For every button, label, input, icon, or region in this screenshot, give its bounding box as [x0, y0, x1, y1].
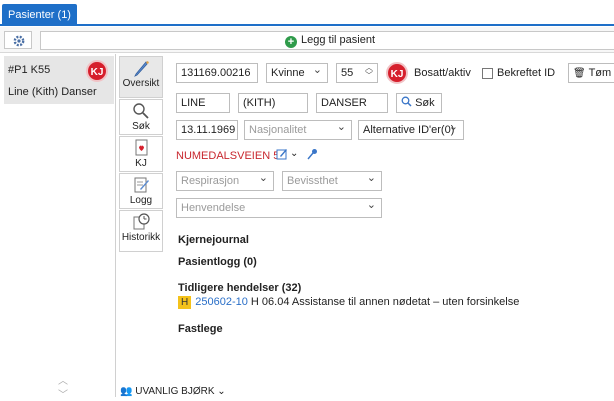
log-icon	[134, 177, 149, 193]
bekreftet-checkbox[interactable]	[482, 68, 493, 79]
stepper-arrows-icon[interactable]: ︿ ﹀	[365, 64, 373, 80]
patient-name: Line (Kith) Danser	[8, 86, 97, 98]
chevron-down-icon: ⌄	[217, 386, 226, 397]
user-name: UVANLIG BJØRK	[135, 386, 215, 397]
search-label: Søk	[415, 97, 435, 109]
nav-label: Oversikt	[122, 78, 160, 89]
respiration-placeholder: Respirasjon	[181, 175, 240, 187]
add-patient-label: Legg til pasient	[301, 34, 375, 46]
search-button[interactable]: Søk	[396, 93, 442, 113]
chevron-down-icon[interactable]: ⌄	[290, 148, 298, 159]
nav-label: Historikk	[121, 232, 161, 243]
nav-oversikt[interactable]: Oversikt	[119, 56, 163, 98]
kj-icon	[135, 139, 148, 156]
scroll-up-icon[interactable]: ︿	[58, 372, 68, 387]
kj-lookup-icon[interactable]: KJ	[386, 62, 408, 84]
age-value: 55	[341, 67, 354, 79]
plus-icon: +	[285, 36, 297, 48]
nav-sok[interactable]: Søk	[119, 99, 163, 135]
gp-heading: Fastlege	[178, 323, 223, 335]
last-name-input[interactable]: DANSER	[316, 93, 388, 113]
patient-card[interactable]: #P1 K55 KJ Line (Kith) Danser	[4, 56, 114, 104]
bekreftet-label: Bekreftet ID	[497, 67, 556, 79]
birth-date-input[interactable]: 13.11.1969	[176, 120, 238, 140]
previous-events-heading: Tidligere hendelser (32)	[178, 282, 302, 294]
pencil-icon	[134, 61, 149, 77]
edit-address-icon[interactable]	[276, 148, 288, 160]
address-text: NUMEDALSVEIEN 52	[176, 150, 286, 162]
settings-button[interactable]	[4, 31, 32, 49]
nav-logg[interactable]: Logg	[119, 173, 163, 209]
inquiry-select[interactable]: Henvendelse	[176, 196, 382, 218]
bosatt-label: Bosatt/aktiv	[414, 67, 471, 79]
map-pin-icon[interactable]	[306, 148, 318, 160]
clear-button[interactable]: 🗑 Tøm	[568, 63, 614, 83]
alt-ids-select[interactable]: Alternative ID'er(0)	[358, 118, 464, 140]
nationality-placeholder: Nasjonalitet	[249, 124, 307, 136]
middle-name-input[interactable]: (KITH)	[238, 93, 308, 113]
consciousness-select[interactable]: Bevissthet	[282, 169, 382, 191]
age-stepper[interactable]: 55 ︿ ﹀	[336, 63, 378, 83]
tab-bar: Pasienter (1)	[0, 0, 614, 26]
patient-log-heading: Pasientlogg (0)	[178, 256, 257, 268]
kj-badge-icon[interactable]: KJ	[86, 60, 108, 82]
history-icon	[133, 213, 150, 230]
gear-icon	[13, 35, 25, 47]
patient-id: #P1 K55	[8, 64, 51, 76]
tab-patients[interactable]: Pasienter (1)	[2, 4, 77, 26]
event-link[interactable]: 250602-10	[195, 296, 248, 308]
user-menu[interactable]: 👥 UVANLIG BJØRK ⌄	[120, 386, 226, 397]
event-row[interactable]: H 250602-10 H 06.04 Assistanse til annen …	[178, 296, 519, 309]
nationality-select[interactable]: Nasjonalitet	[244, 118, 352, 140]
nav-historikk[interactable]: Historikk	[119, 210, 163, 252]
event-badge: H	[178, 296, 192, 309]
first-name-input[interactable]: LINE	[176, 93, 230, 113]
nav-column: Oversikt Søk KJ Logg Historikk	[117, 54, 165, 254]
inquiry-placeholder: Henvendelse	[181, 202, 246, 214]
scroll-down-icon[interactable]: ﹀	[58, 386, 68, 401]
search-icon	[133, 103, 149, 119]
nav-kj[interactable]: KJ	[119, 136, 163, 172]
search-icon	[401, 96, 412, 107]
trash-icon: 🗑	[573, 68, 586, 79]
journal-heading: Kjernejournal	[178, 234, 249, 246]
clear-label: Tøm	[588, 67, 612, 79]
nav-label: Søk	[132, 121, 150, 132]
alt-ids-value: Alternative ID'er(0)	[363, 124, 455, 136]
patient-list	[0, 54, 116, 397]
consciousness-placeholder: Bevissthet	[287, 175, 338, 187]
respiration-select[interactable]: Respirasjon	[176, 169, 274, 191]
user-icon: 👥	[120, 386, 133, 397]
event-text: H 06.04 Assistanse til annen nødetat – u…	[250, 296, 520, 308]
gender-select[interactable]: Kvinne	[266, 61, 328, 83]
nav-label: Logg	[129, 195, 153, 206]
ssn-input[interactable]: 131169.00216	[176, 63, 258, 83]
gender-value: Kvinne	[271, 67, 305, 79]
nav-label: KJ	[135, 158, 147, 169]
add-patient-button[interactable]: + Legg til pasient	[40, 31, 614, 50]
